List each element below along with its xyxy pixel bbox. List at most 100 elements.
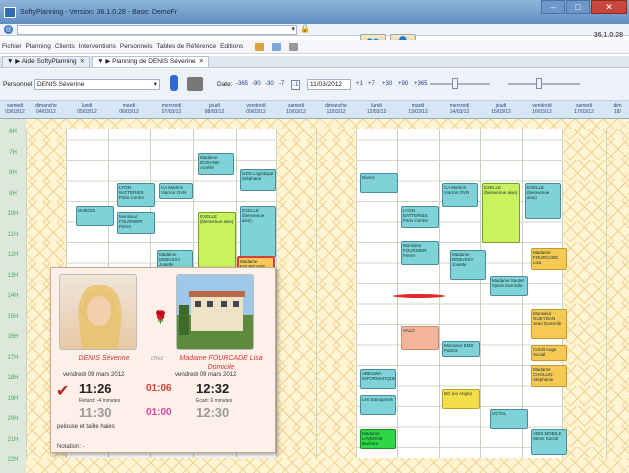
planning-event[interactable]: OCTAL [490, 409, 528, 429]
close-icon[interactable]: ✕ [199, 58, 204, 65]
planning-event[interactable]: Madame LAVERNE Barbara [360, 429, 396, 449]
check-icon: ✔ [56, 383, 70, 400]
planning-event[interactable]: ABIS MOBILE Steve Social [531, 429, 567, 455]
planning-event[interactable]: CA Martins Viarron OVN [159, 183, 193, 199]
planning-event[interactable]: EXELLE (bienvenue aise) [482, 183, 520, 243]
zoom-slider[interactable] [430, 78, 490, 89]
nav-minus-365[interactable]: -365 [236, 81, 248, 87]
window-icon[interactable] [272, 42, 282, 51]
planning-event[interactable]: Monsieur EMS Patrick [442, 341, 480, 357]
date-input[interactable]: 11/03/2012 [307, 79, 351, 90]
nav-plus-1[interactable]: +1 [356, 81, 363, 87]
close-icon[interactable]: ✕ [80, 58, 85, 65]
minimize-button[interactable]: – [541, 0, 565, 14]
nav-minus-7[interactable]: -7 [279, 81, 284, 87]
nav-plus-30[interactable]: +30 [382, 81, 392, 87]
employee-photo [59, 274, 137, 350]
off-hours-evening [26, 458, 629, 473]
day-header[interactable]: dimanche 11/03/12 [316, 103, 356, 115]
planning-event[interactable]: VALO [401, 326, 439, 350]
planning-event[interactable]: Les Sansparels [360, 395, 396, 415]
close-button[interactable]: ✕ [591, 0, 627, 14]
app-menu-icon[interactable]: ◎ [4, 25, 13, 34]
planning-event[interactable]: BG (ex Anglo) [442, 389, 480, 409]
nav-plus-90[interactable]: +90 [398, 81, 408, 87]
day-column[interactable] [522, 119, 562, 473]
day-header[interactable]: jeudi 08/03/12 [193, 103, 236, 115]
nav-minus-30[interactable]: -30 [265, 81, 274, 87]
day-header[interactable]: dimanche 04/03/12 [26, 103, 66, 115]
day-column[interactable] [316, 119, 356, 473]
planning-event[interactable]: Madame Sautet Sylvie Domicile [490, 276, 528, 296]
chevron-down-icon: ▾ [291, 26, 295, 33]
nav-plus-7[interactable]: +7 [368, 81, 375, 87]
personnel-select[interactable]: DENIS Séverine ▾ [34, 79, 160, 90]
menu-fichier[interactable]: Fichier [2, 43, 22, 50]
planning-event[interactable]: LYON BATTERIES Paris Centre [117, 183, 155, 207]
planning-event[interactable]: Madame DEBUSSY Josette [450, 250, 486, 280]
planning-event[interactable]: EXELLE (bienvenue aise) [525, 183, 561, 219]
day-header[interactable]: mercredi 14/03/12 [439, 103, 480, 115]
real-duration: 01:06 [146, 383, 172, 394]
menu-clients[interactable]: Clients [55, 43, 75, 50]
tool-icon[interactable]: 🔒 [300, 24, 310, 33]
planning-event[interactable]: Divers [360, 173, 398, 193]
gap-label: Ecart: 6 minutes [196, 398, 233, 404]
day-header[interactable]: mardi 06/03/12 [108, 103, 150, 115]
tab-aide[interactable]: ▼ ▶ Aide SoftyPlanning ✕ [2, 56, 91, 67]
planning-event[interactable]: EXELLE (bienvenue aise) [198, 212, 236, 272]
tab-bar: ▼ ▶ Aide SoftyPlanning ✕ ▼ ▶ Planning de … [0, 56, 629, 68]
planning-event[interactable]: Madame DURAND Aurélie [198, 153, 234, 175]
menu-tables[interactable]: Tables de Référence [156, 43, 216, 50]
planning-event[interactable]: CA Martins Viarron OVN [442, 183, 478, 207]
planning-event[interactable]: DUBOIS [76, 206, 114, 226]
day-header[interactable]: mercredi 07/03/12 [150, 103, 193, 115]
hours-slider[interactable] [508, 78, 580, 89]
intervention-popup: 🌹 DENIS Séverine chez Madame FOURCADE Li… [50, 267, 276, 453]
planning-event[interactable]: Madame CHOLLIN Stéphanie [531, 365, 567, 387]
nav-minus-1[interactable]: -1 [291, 80, 301, 90]
day-header[interactable]: lundi 05/03/12 [66, 103, 108, 115]
menu-editions[interactable]: Editions [220, 43, 243, 50]
nav-plus-365[interactable]: +365 [414, 81, 428, 87]
planning-event[interactable]: Crédit Auge Social [531, 345, 567, 361]
day-header[interactable]: mardi 13/03/12 [397, 103, 439, 115]
menu-planning[interactable]: Planning [26, 43, 51, 50]
planning-event[interactable]: Monsieur FOURNIER Pierre [117, 212, 155, 234]
planning-event[interactable]: Monsieur GUEYDAN Jean Domicile [531, 309, 567, 339]
day-column[interactable] [562, 119, 606, 473]
planning-event[interactable]: LYON BATTERIES Paris Centre [401, 206, 439, 228]
folder-icon[interactable] [255, 42, 265, 51]
hour-label: 12H [7, 252, 19, 258]
hour-label: 6H [9, 129, 17, 135]
planned-duration: 01:00 [146, 407, 172, 418]
planned-end-time: 12:30 [196, 405, 230, 420]
planning-event[interactable]: EXELLE (bienvenue aise) [240, 206, 276, 258]
tools-icon[interactable] [289, 42, 299, 51]
day-header[interactable]: vendredi 16/03/12 [522, 103, 562, 115]
day-column[interactable] [276, 119, 316, 473]
planning-event[interactable]: Madame FOURCADE Lisa [531, 248, 567, 270]
day-header[interactable]: lundi 12/03/12 [356, 103, 397, 115]
pin-icon[interactable] [170, 75, 178, 91]
maximize-button[interactable]: □ [566, 0, 590, 14]
planning-event[interactable]: ABEUWA INFORMATIQUE [360, 369, 396, 389]
day-header[interactable]: samedi 17/03/12 [562, 103, 606, 115]
menu-personnels[interactable]: Personnels [120, 43, 153, 50]
day-column[interactable] [439, 119, 480, 473]
planning-event[interactable]: GDS Logistique Stéphane [240, 169, 276, 191]
day-header[interactable]: jeudi 15/03/12 [480, 103, 522, 115]
day-header[interactable]: samedi 03/03/12 [4, 103, 26, 115]
printer-icon[interactable] [187, 77, 203, 91]
day-header[interactable]: samedi 10/03/12 [276, 103, 316, 115]
planning-event[interactable]: Monsieur FOURNIER Pierre [401, 241, 439, 265]
nav-minus-90[interactable]: -90 [252, 81, 261, 87]
notation-label: Notation: - [57, 444, 85, 450]
hour-label: 8H [9, 170, 17, 176]
tab-planning[interactable]: ▼ ▶ Planning de DENIS Séverine ✕ [92, 56, 210, 67]
menu-interventions[interactable]: Interventions [79, 43, 116, 50]
quick-select[interactable]: ▾ [17, 25, 297, 35]
day-column[interactable] [606, 119, 629, 473]
day-header[interactable]: vendredi 09/03/12 [236, 103, 276, 115]
day-header[interactable]: dim 18/ [606, 103, 629, 115]
